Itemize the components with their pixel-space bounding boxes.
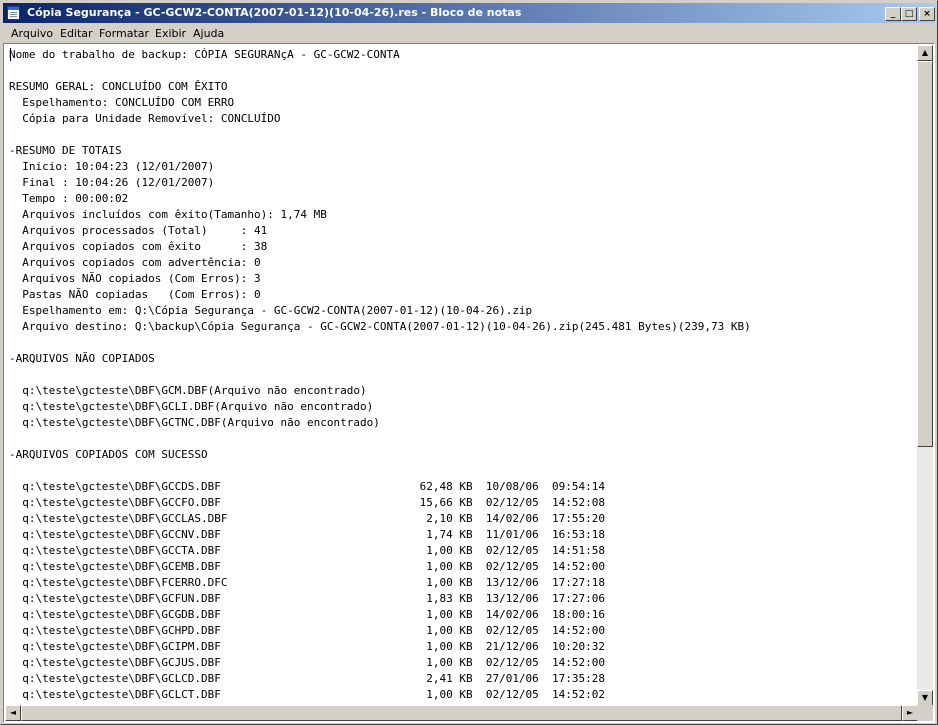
text-line: q:\teste\gcteste\DBF\GCLCT.DBF 1,00 KB 0… (9, 688, 606, 701)
text-line: Tempo : 00:00:02 (9, 192, 129, 205)
text-line: Nome do trabalho de backup: CÓPIA SEGURA… (9, 48, 400, 61)
text-line: q:\teste\gcteste\DBF\GCCFO.DBF 15,66 KB … (9, 496, 606, 509)
text-line: q:\teste\gcteste\DBF\GCIPM.DBF 1,00 KB 2… (9, 640, 606, 653)
text-line: q:\teste\gcteste\DBF\GCJUS.DBF 1,00 KB 0… (9, 656, 606, 669)
text-line: q:\teste\gcteste\DBF\GCLI.DBF(Arquivo nã… (9, 400, 374, 413)
text-line: Arquivos incluídos com êxito(Tamanho): 1… (9, 208, 327, 221)
minimize-button[interactable]: _ (885, 7, 901, 21)
text-line: Espelhamento: CONCLUÍDO COM ERRO (9, 96, 235, 109)
scroll-down-button[interactable]: ▼ (917, 690, 933, 706)
text-line: Arquivos copiados com êxito : 38 (9, 240, 268, 253)
text-line: q:\teste\gcteste\DBF\GCHPD.DBF 1,00 KB 0… (9, 624, 606, 637)
text-line: -ARQUIVOS NÃO COPIADOS (9, 352, 155, 365)
text-line: Arquivos processados (Total) : 41 (9, 224, 268, 237)
text-line: RESUMO GERAL: CONCLUÍDO COM ÊXITO (9, 80, 228, 93)
scrollbar-corner (917, 705, 933, 721)
text-content-area[interactable]: Nome do trabalho de backup: CÓPIA SEGURA… (5, 45, 918, 706)
text-line: Pastas NÃO copiadas (Com Erros): 0 (9, 288, 261, 301)
vertical-scrollbar[interactable]: ▲ ▼ (917, 45, 933, 706)
text-line: Final : 10:04:26 (12/01/2007) (9, 176, 215, 189)
window-title: Cópia Segurança - GC-GCW2-CONTA(2007-01-… (27, 6, 522, 19)
text-line: Cópia para Unidade Removível: CONCLUÍDO (9, 112, 281, 125)
text-line: q:\teste\gcteste\DBF\GCTNC.DBF(Arquivo n… (9, 416, 380, 429)
notepad-window: Cópia Segurança - GC-GCW2-CONTA(2007-01-… (0, 0, 938, 725)
horizontal-scrollbar[interactable]: ◄ ► (5, 705, 918, 721)
text-editor[interactable]: Nome do trabalho de backup: CÓPIA SEGURA… (3, 43, 935, 723)
maximize-button[interactable]: □ (901, 7, 917, 21)
text-line: q:\teste\gcteste\DBF\GCFUN.DBF 1,83 KB 1… (9, 592, 606, 605)
title-bar[interactable]: Cópia Segurança - GC-GCW2-CONTA(2007-01-… (3, 3, 935, 23)
text-line: q:\teste\gcteste\DBF\GCEMB.DBF 1,00 KB 0… (9, 560, 606, 573)
text-line: Espelhamento em: Q:\Cópia Segurança - GC… (9, 304, 533, 317)
scroll-right-button[interactable]: ► (902, 705, 918, 721)
close-button[interactable]: × (919, 7, 935, 21)
text-line: -RESUMO DE TOTAIS (9, 144, 122, 157)
menu-formatar[interactable]: Formatar (99, 27, 149, 40)
text-line: q:\teste\gcteste\DBF\GCCNV.DBF 1,74 KB 1… (9, 528, 606, 541)
menu-ajuda[interactable]: Ajuda (193, 27, 224, 40)
scroll-left-button[interactable]: ◄ (5, 705, 21, 721)
text-line: q:\teste\gcteste\DBF\GCCTA.DBF 1,00 KB 0… (9, 544, 606, 557)
text-line: q:\teste\gcteste\DBF\GCLCD.DBF 2,41 KB 2… (9, 672, 606, 685)
text-line: Arquivo destino: Q:\backup\Cópia Seguran… (9, 320, 751, 333)
text-line: q:\teste\gcteste\DBF\GCGDB.DBF 1,00 KB 1… (9, 608, 606, 621)
text-line: q:\teste\gcteste\DBF\GCCLAS.DBF 2,10 KB … (9, 512, 606, 525)
text-line: Inicio: 10:04:23 (12/01/2007) (9, 160, 215, 173)
vertical-scroll-thumb[interactable] (917, 61, 933, 447)
menu-bar: Arquivo Editar Formatar Exibir Ajuda (3, 24, 935, 43)
horizontal-scroll-thumb[interactable] (21, 705, 902, 721)
text-line: q:\teste\gcteste\DBF\GCM.DBF(Arquivo não… (9, 384, 367, 397)
notepad-icon[interactable] (7, 6, 20, 20)
text-line: Arquivos copiados com advertência: 0 (9, 256, 261, 269)
text-line: Arquivos NÃO copiados (Com Erros): 3 (9, 272, 261, 285)
text-line: q:\teste\gcteste\DBF\GCCDS.DBF 62,48 KB … (9, 480, 606, 493)
menu-editar[interactable]: Editar (60, 27, 93, 40)
text-line: -ARQUIVOS COPIADOS COM SUCESSO (9, 448, 208, 461)
scroll-up-button[interactable]: ▲ (917, 45, 933, 61)
menu-arquivo[interactable]: Arquivo (11, 27, 53, 40)
menu-exibir[interactable]: Exibir (155, 27, 186, 40)
text-line: q:\teste\gcteste\DBF\FCERRO.DFC 1,00 KB … (9, 576, 606, 589)
